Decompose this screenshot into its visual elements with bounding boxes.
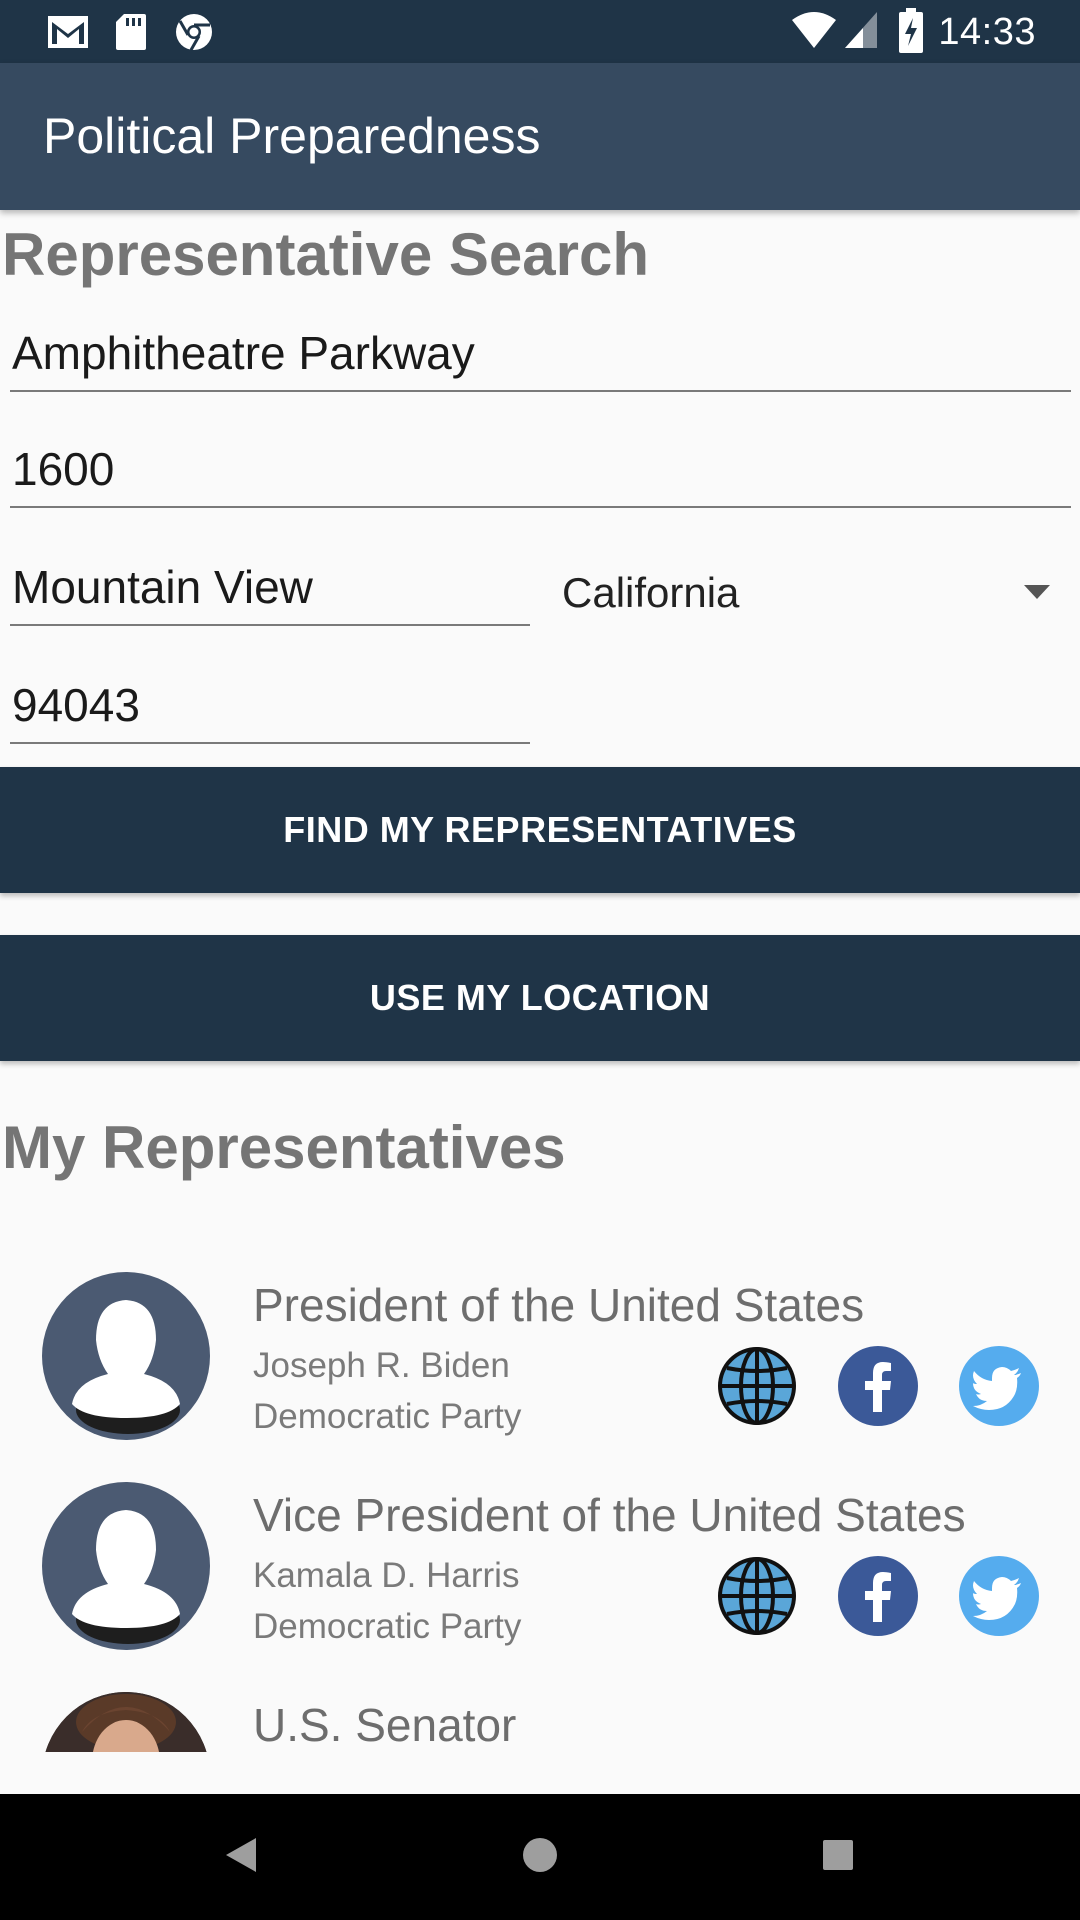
address-line1-field[interactable] xyxy=(10,322,1071,392)
search-heading: Representative Search xyxy=(2,221,649,288)
twitter-icon[interactable] xyxy=(959,1346,1039,1426)
address-line1-input[interactable] xyxy=(10,326,1071,380)
status-time: 14:33 xyxy=(938,11,1036,53)
representative-office: President of the United States xyxy=(253,1279,865,1331)
state-dropdown-value: California xyxy=(562,569,740,616)
representative-item[interactable]: President of the United States Joseph R.… xyxy=(0,1272,1080,1462)
representative-item[interactable]: U.S. Senator xyxy=(0,1692,1080,1752)
representative-name: Joseph R. Biden xyxy=(253,1346,510,1385)
recents-icon[interactable] xyxy=(822,1839,854,1876)
app-title: Political Preparedness xyxy=(43,108,541,164)
representative-party: Democratic Party xyxy=(253,1607,522,1646)
facebook-icon[interactable] xyxy=(838,1346,918,1426)
representative-party: Democratic Party xyxy=(253,1397,522,1436)
wifi-icon xyxy=(790,10,838,55)
representative-office: U.S. Senator xyxy=(253,1699,517,1751)
avatar-placeholder-icon xyxy=(42,1482,210,1650)
city-field[interactable] xyxy=(10,556,530,626)
state-dropdown[interactable]: California xyxy=(560,555,1060,625)
signal-icon xyxy=(843,10,879,55)
globe-icon[interactable] xyxy=(717,1346,797,1426)
city-input[interactable] xyxy=(10,560,530,614)
home-icon[interactable] xyxy=(522,1837,558,1878)
app-screen: 14:33 Political Preparedness Representat… xyxy=(0,0,1080,1920)
gmail-icon xyxy=(44,12,92,57)
representative-item[interactable]: Vice President of the United States Kama… xyxy=(0,1482,1080,1672)
representative-office: Vice President of the United States xyxy=(253,1489,966,1541)
twitter-icon[interactable] xyxy=(959,1556,1039,1636)
battery-charging-icon xyxy=(898,8,924,59)
address-line2-input[interactable] xyxy=(10,442,1071,496)
find-representatives-button[interactable]: FIND MY REPRESENTATIVES xyxy=(0,767,1080,893)
representative-name: Kamala D. Harris xyxy=(253,1556,520,1595)
zip-input[interactable] xyxy=(10,678,530,732)
avatar-placeholder-icon xyxy=(42,1272,210,1440)
facebook-icon[interactable] xyxy=(838,1556,918,1636)
sd-card-icon xyxy=(114,12,148,57)
use-my-location-button[interactable]: USE MY LOCATION xyxy=(0,935,1080,1061)
globe-icon[interactable] xyxy=(717,1556,797,1636)
app-bar: Political Preparedness xyxy=(0,63,1080,210)
address-line2-field[interactable] xyxy=(10,438,1071,508)
representative-photo xyxy=(42,1692,210,1752)
representatives-heading: My Representatives xyxy=(2,1114,566,1181)
back-icon[interactable] xyxy=(224,1836,258,1879)
status-bar: 14:33 xyxy=(0,0,1080,63)
dropdown-arrow-icon xyxy=(1024,585,1050,599)
chrome-icon xyxy=(174,12,214,57)
zip-field[interactable] xyxy=(10,674,530,744)
navigation-bar xyxy=(0,1794,1080,1920)
